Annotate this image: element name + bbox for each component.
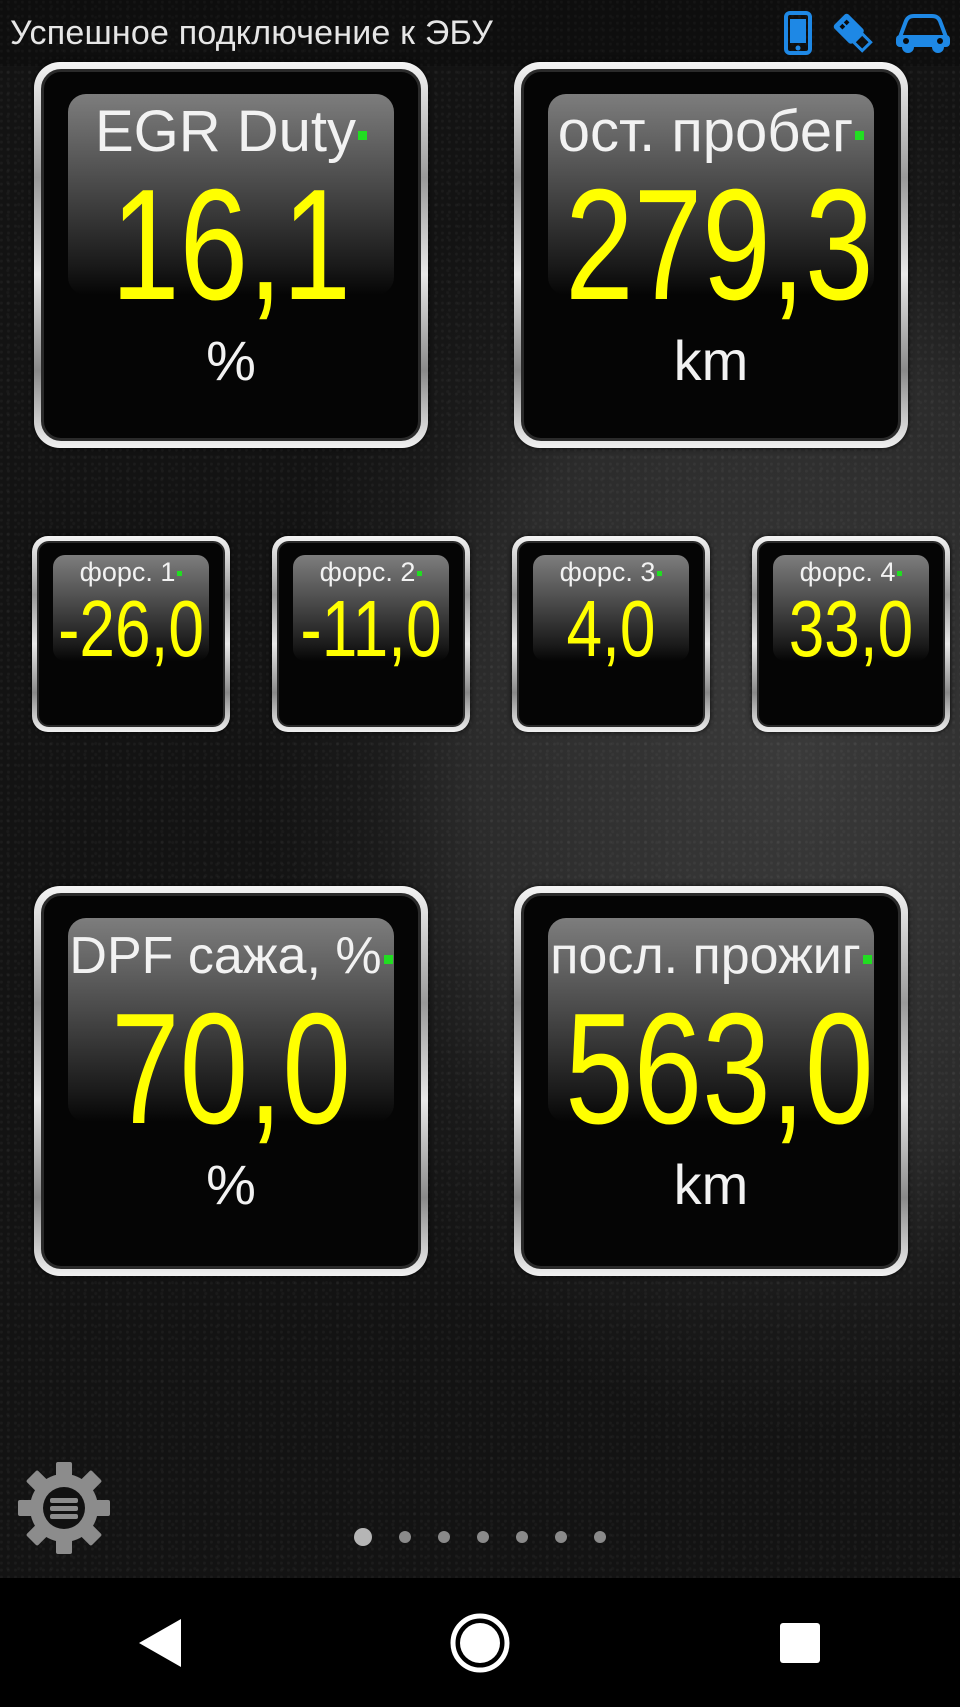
gauge-last-regeneration[interactable]: посл. прожиг 563,0 km [514, 886, 908, 1276]
system-navigation-bar [0, 1578, 960, 1707]
gauge-value: 33,0 [788, 584, 914, 673]
gauge-unit: km [673, 1153, 749, 1216]
usb-adapter-icon[interactable] [830, 10, 876, 56]
status-indicator-icon [177, 571, 183, 577]
gauge-value: 279,3 [565, 157, 874, 333]
gauge-remaining-mileage[interactable]: ост. пробег 279,3 km [514, 62, 908, 448]
page-indicator [0, 1528, 960, 1546]
page-dot-3[interactable] [438, 1531, 450, 1543]
gauge-unit: km [673, 329, 749, 392]
gauge-unit: % [206, 329, 256, 392]
phone-icon[interactable] [784, 11, 812, 55]
gauge-label: DPF сажа, % [69, 927, 382, 985]
page-dot-6[interactable] [555, 1531, 567, 1543]
page-dot-7[interactable] [594, 1531, 606, 1543]
page-dot-1[interactable] [354, 1528, 372, 1546]
gauge-label: посл. прожиг [550, 927, 861, 985]
connection-status-bar: Успешное подключение к ЭБУ [0, 0, 960, 66]
gauge-unit: % [206, 1153, 256, 1216]
gauge-injector-2[interactable]: форс. 2 -11,0 [272, 536, 470, 732]
page-dot-4[interactable] [477, 1531, 489, 1543]
connection-status-text: Успешное подключение к ЭБУ [10, 13, 494, 52]
gauge-value: 70,0 [111, 981, 351, 1157]
status-indicator-icon [358, 131, 368, 141]
gauge-value: 16,1 [111, 157, 351, 333]
page-dot-5[interactable] [516, 1531, 528, 1543]
gauge-injector-4[interactable]: форс. 4 33,0 [752, 536, 950, 732]
home-button[interactable] [420, 1593, 540, 1693]
gauge-value: 563,0 [565, 981, 874, 1157]
recents-button[interactable] [740, 1593, 860, 1693]
recents-icon [780, 1622, 820, 1663]
gauge-injector-1[interactable]: форс. 1 -26,0 [32, 536, 230, 732]
gauge-value: -26,0 [58, 584, 204, 673]
gauge-label: ост. пробег [557, 99, 854, 164]
status-indicator-icon [417, 571, 423, 577]
status-indicator-icon [855, 131, 865, 141]
status-indicator-icon [383, 954, 393, 964]
gauge-dpf-soot[interactable]: DPF сажа, % 70,0 % [34, 886, 428, 1276]
gauge-label: EGR Duty [94, 99, 357, 164]
back-button[interactable] [100, 1593, 220, 1693]
page-dot-2[interactable] [399, 1531, 411, 1543]
status-indicator-icon [897, 571, 903, 577]
gauge-value: 4,0 [566, 584, 656, 673]
gauge-injector-3[interactable]: форс. 3 4,0 [512, 536, 710, 732]
home-icon [450, 1613, 510, 1672]
car-icon[interactable] [894, 11, 952, 55]
gauge-value: -11,0 [300, 584, 442, 673]
status-indicator-icon [657, 571, 663, 577]
gauge-egr-duty[interactable]: EGR Duty 16,1 % [34, 62, 428, 448]
back-icon [139, 1618, 181, 1667]
status-indicator-icon [862, 954, 872, 964]
